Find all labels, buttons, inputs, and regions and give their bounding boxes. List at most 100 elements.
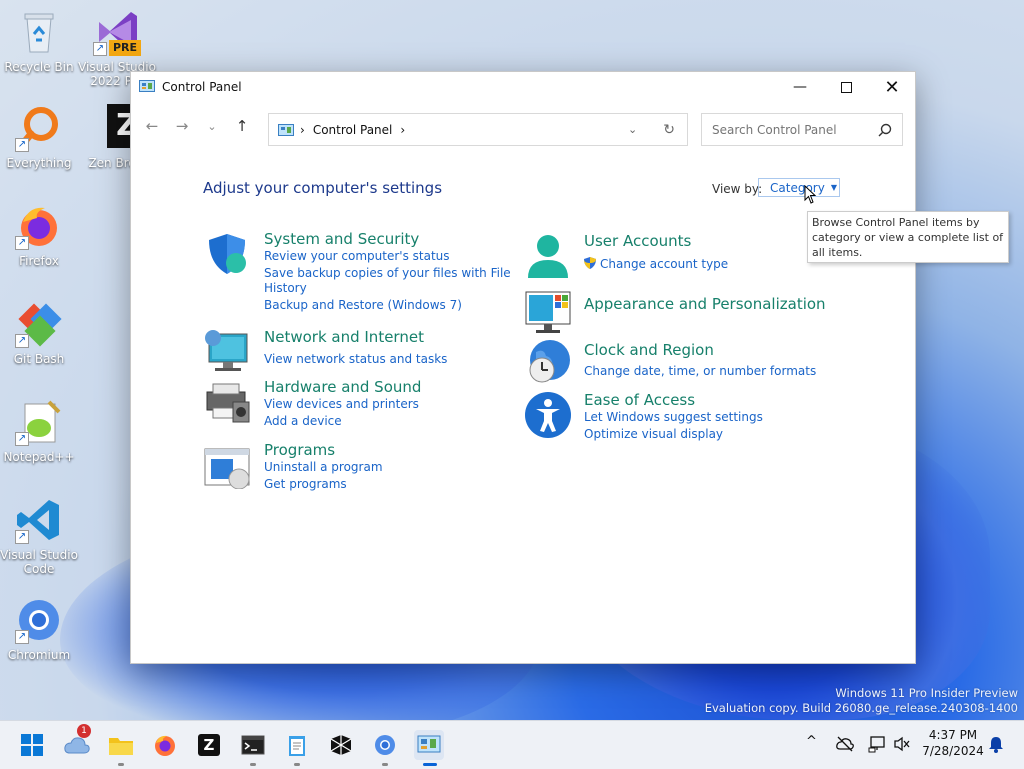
control-panel-window: Control Panel — ✕ ← → ⌄ ↑ › Control Pane… (130, 71, 1009, 664)
view-by-dropdown[interactable]: Category ▼ (758, 178, 840, 197)
window-title: Control Panel (162, 80, 242, 94)
accessibility-icon (525, 392, 571, 438)
maximize-button[interactable] (823, 72, 869, 102)
address-bar[interactable]: › Control Panel › ⌄ ↻ (268, 113, 688, 146)
recycle-bin-icon (15, 8, 63, 56)
forward-arrow-icon[interactable]: → (167, 111, 197, 141)
desktop-icon-label: Visual Studio Code (0, 548, 78, 576)
desktop-icon-vscode[interactable]: ↗ Visual Studio Code (0, 496, 78, 576)
desktop-icon-label: Firefox (19, 254, 59, 268)
start-button[interactable] (17, 730, 47, 760)
link-uninstall-program[interactable]: Uninstall a program (264, 460, 383, 475)
recent-locations-chevron-icon[interactable]: ⌄ (197, 111, 227, 141)
search-input[interactable] (710, 121, 878, 138)
desktop-icon-everything[interactable]: ↗ Everything (0, 104, 78, 170)
desktop-icon-notepad-plus[interactable]: ↗ Notepad++ (0, 398, 78, 464)
page-title: Adjust your computer's settings (203, 179, 443, 197)
taskbar-notepad[interactable] (282, 730, 312, 766)
link-optimize-display[interactable]: Optimize visual display (584, 427, 723, 442)
search-icon[interactable] (878, 123, 892, 137)
category-title[interactable]: Hardware and Sound (264, 378, 421, 396)
firefox-icon: ↗ (15, 202, 63, 250)
clock-time: 4:37 PM (928, 728, 978, 742)
taskbar-chromium[interactable] (370, 730, 400, 766)
desktop-icon-recycle-bin[interactable]: Recycle Bin (0, 8, 78, 74)
minimize-button[interactable]: — (777, 72, 823, 102)
cloud-sync-off-icon[interactable] (836, 736, 854, 752)
link-backup-restore[interactable]: Backup and Restore (Windows 7) (264, 298, 462, 313)
address-dropdown-icon[interactable]: ⌄ (628, 123, 637, 136)
active-indicator (423, 763, 437, 766)
watermark-line-1: Windows 11 Pro Insider Preview (835, 686, 1018, 700)
link-add-device[interactable]: Add a device (264, 414, 342, 429)
shortcut-arrow-icon: ↗ (15, 630, 29, 644)
chromium-icon (375, 735, 395, 755)
breadcrumb-chevron-icon[interactable]: › (400, 123, 405, 137)
up-arrow-icon[interactable]: ↑ (227, 111, 257, 141)
control-panel-icon (139, 80, 155, 92)
back-arrow-icon[interactable]: ← (137, 111, 167, 141)
taskbar-terminal[interactable] (238, 730, 268, 766)
category-network-internet: Network and Internet View network status… (203, 328, 503, 372)
category-hardware-sound: Hardware and Sound View devices and prin… (203, 378, 503, 428)
category-title[interactable]: Clock and Region (584, 341, 714, 359)
category-title[interactable]: System and Security (264, 230, 419, 248)
taskbar-weather[interactable]: 1 (62, 724, 92, 760)
speaker-muted-icon[interactable] (893, 736, 911, 752)
app-icon (330, 735, 352, 755)
category-title[interactable]: Appearance and Personalization (584, 295, 826, 313)
network-icon[interactable] (868, 735, 886, 753)
taskbar-file-explorer[interactable] (106, 730, 136, 766)
link-file-history[interactable]: History (264, 281, 307, 296)
breadcrumb-separator-icon: › (300, 122, 305, 137)
breadcrumb[interactable]: Control Panel (313, 123, 393, 137)
running-indicator (294, 763, 300, 766)
taskbar-clock[interactable]: 4:37 PM 7/28/2024 (920, 727, 986, 759)
show-hidden-icons-chevron-icon[interactable]: ^ (806, 734, 817, 749)
watermark-line-2: Evaluation copy. Build 26080.ge_release.… (704, 701, 1018, 715)
close-button[interactable]: ✕ (869, 72, 915, 102)
clock-date: 7/28/2024 (922, 744, 984, 758)
link-get-programs[interactable]: Get programs (264, 477, 347, 492)
pre-badge: PRE (108, 40, 141, 56)
windows-logo-icon (21, 734, 43, 756)
taskbar-zen-browser[interactable]: Z (194, 730, 224, 760)
link-suggest-settings[interactable]: Let Windows suggest settings (584, 410, 763, 425)
shortcut-arrow-icon: ↗ (15, 236, 29, 250)
mouse-cursor-icon (804, 185, 817, 204)
desktop-icon-firefox[interactable]: ↗ Firefox (0, 202, 78, 268)
desktop-icon-chromium[interactable]: ↗ Chromium (0, 596, 78, 662)
shortcut-arrow-icon: ↗ (15, 530, 29, 544)
title-bar[interactable]: Control Panel — ✕ (131, 72, 915, 102)
taskbar-firefox[interactable] (150, 730, 180, 760)
magnifier-icon: ↗ (15, 104, 63, 152)
category-title[interactable]: Ease of Access (584, 391, 695, 409)
taskbar-control-panel[interactable] (414, 730, 444, 766)
link-network-status[interactable]: View network status and tasks (264, 352, 447, 367)
shortcut-arrow-icon: ↗ (15, 432, 29, 446)
refresh-icon[interactable]: ↻ (663, 122, 675, 138)
category-title[interactable]: User Accounts (584, 232, 691, 250)
search-box[interactable] (701, 113, 903, 146)
link-change-date-time[interactable]: Change date, time, or number formats (584, 364, 816, 379)
notification-bell-icon[interactable] (988, 735, 1004, 753)
taskbar-app[interactable] (326, 730, 356, 760)
link-change-account-type[interactable]: Change account type (600, 257, 728, 272)
link-review-status[interactable]: Review your computer's status (264, 249, 450, 264)
category-title[interactable]: Programs (264, 441, 335, 459)
link-save-backup[interactable]: Save backup copies of your files with Fi… (264, 266, 511, 281)
tooltip: Browse Control Panel items by category o… (807, 211, 1009, 263)
notepad-icon (289, 736, 305, 756)
taskbar: 1 Z ^ (0, 720, 1024, 769)
clock-globe-icon (529, 340, 570, 383)
terminal-icon (241, 735, 265, 755)
appearance-icon (525, 291, 571, 333)
programs-icon (204, 448, 250, 489)
desktop-icon-label: Everything (6, 156, 72, 170)
category-title[interactable]: Network and Internet (264, 328, 424, 346)
cloud-icon (64, 737, 90, 754)
category-user-accounts: User Accounts Change account type (524, 232, 824, 278)
link-devices-printers[interactable]: View devices and printers (264, 397, 419, 412)
dropdown-arrow-icon: ▼ (830, 183, 837, 192)
desktop-icon-git-bash[interactable]: ↗ Git Bash (0, 300, 78, 366)
